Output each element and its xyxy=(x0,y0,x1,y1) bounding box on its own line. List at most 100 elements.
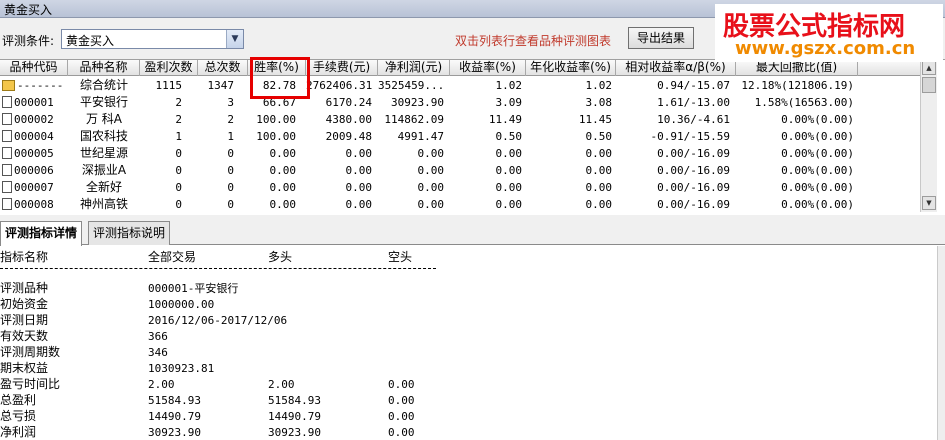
cell-winrate: 0.00 xyxy=(269,198,297,211)
cell-drawdown: 1.58%(16563.00) xyxy=(754,96,854,109)
watermark-logo: 股票公式指标网 www.gszx.com.cn xyxy=(715,4,943,62)
column-header-alpha-beta[interactable]: 相对收益率α/β(%) xyxy=(616,60,736,76)
cell-annual: 1.02 xyxy=(585,79,613,92)
cell-return: 0.00 xyxy=(495,147,523,160)
cell-code: 000005 xyxy=(2,145,68,162)
scroll-up-icon[interactable]: ▲ xyxy=(922,61,936,75)
cell-profit: 4991.47 xyxy=(397,130,444,143)
column-header-profit[interactable]: 净利润(元) xyxy=(378,60,450,76)
cell-drawdown: 0.00%(0.00) xyxy=(781,147,854,160)
cell-alpha-beta: 0.00/-16.09 xyxy=(657,147,730,160)
detail-label: 评测周期数 xyxy=(0,345,61,359)
cell-drawdown: 0.00%(0.00) xyxy=(781,130,854,143)
cell-total: 0 xyxy=(227,181,234,194)
cell-winrate: 0.00 xyxy=(269,147,297,160)
document-icon xyxy=(2,113,12,125)
detail-header-short: 空头 xyxy=(388,250,413,264)
table-row[interactable]: 000004 国农科技 1 1 100.00 2009.48 4991.47 0… xyxy=(0,128,920,145)
table-row[interactable]: 000007 全新好 0 0 0.00 0.00 0.00 0.00 0.00 … xyxy=(0,179,920,196)
column-header-drawdown[interactable]: 最大回撤比(值) xyxy=(736,60,858,76)
cell-total: 1 xyxy=(227,130,234,143)
detail-label: 评测品种 xyxy=(0,281,49,295)
cell-alpha-beta: -0.91/-15.59 xyxy=(650,130,730,143)
cell-name: 神州高铁 xyxy=(79,197,128,211)
cell-name: 全新好 xyxy=(85,180,122,194)
table-scrollbar[interactable]: ▲ ▼ xyxy=(920,60,937,212)
scroll-down-icon[interactable]: ▼ xyxy=(922,196,936,210)
column-header-return[interactable]: 收益率(%) xyxy=(450,60,526,76)
tab-detail[interactable]: 评测指标详情 xyxy=(0,221,83,246)
cell-fee: 0.00 xyxy=(345,147,373,160)
cell-profit: 0.00 xyxy=(417,181,445,194)
chevron-down-icon[interactable]: ▼ xyxy=(226,30,243,48)
column-header-fee[interactable]: 手续费(元) xyxy=(306,60,378,76)
table-row[interactable]: 000002 万 科A 2 2 100.00 4380.00 114862.09… xyxy=(0,111,920,128)
cell-code: 000008 xyxy=(2,196,68,212)
condition-select[interactable]: 黄金买入 ▼ xyxy=(61,29,244,49)
table-row[interactable]: 000008 神州高铁 0 0 0.00 0.00 0.00 0.00 0.00… xyxy=(0,196,920,212)
document-icon xyxy=(2,96,12,108)
cell-fee: 0.00 xyxy=(345,164,373,177)
cell-profit: 0.00 xyxy=(417,147,445,160)
cell-alpha-beta: 0.00/-16.09 xyxy=(657,198,730,211)
detail-value-all: 000001-平安银行 xyxy=(148,282,239,295)
detail-label: 净利润 xyxy=(0,425,37,439)
column-header-total[interactable]: 总次数 xyxy=(198,60,248,76)
cell-total: 3 xyxy=(227,96,234,109)
table-row[interactable]: 000006 深振业A 0 0 0.00 0.00 0.00 0.00 0.00… xyxy=(0,162,920,179)
cell-wins: 0 xyxy=(175,181,182,194)
detail-value-all: 2016/12/06-2017/12/06 xyxy=(148,314,288,327)
detail-header-long: 多头 xyxy=(268,250,293,264)
cell-annual: 0.00 xyxy=(585,181,613,194)
separator-line xyxy=(0,268,436,269)
cell-code: 000004 xyxy=(2,128,68,145)
document-icon xyxy=(2,130,12,142)
cell-alpha-beta: 0.00/-16.09 xyxy=(657,181,730,194)
table-row[interactable]: 000005 世纪星源 0 0 0.00 0.00 0.00 0.00 0.00… xyxy=(0,145,920,162)
cell-winrate: 0.00 xyxy=(269,181,297,194)
cell-alpha-beta: 10.36/-4.61 xyxy=(657,113,730,126)
cell-code: 000001 xyxy=(2,94,68,111)
condition-select-value: 黄金买入 xyxy=(66,34,115,48)
detail-value-long: 14490.79 xyxy=(268,410,321,423)
detail-value-all: 1030923.81 xyxy=(148,362,215,375)
winrate-highlight-box xyxy=(250,57,310,99)
cell-profit: 114862.09 xyxy=(384,113,444,126)
cell-fee: 2762406.31 xyxy=(306,79,372,92)
column-header-name[interactable]: 品种名称 xyxy=(68,60,140,76)
cell-total: 2 xyxy=(227,113,234,126)
detail-header-name: 指标名称 xyxy=(0,250,49,264)
column-header-wins[interactable]: 盈利次数 xyxy=(140,60,198,76)
table-row[interactable]: ------- 综合统计 1115 1347 82.78 2762406.31 … xyxy=(0,77,920,94)
cell-winrate: 100.00 xyxy=(256,113,296,126)
cell-total: 0 xyxy=(227,198,234,211)
detail-value-all: 51584.93 xyxy=(148,394,201,407)
table-header: 品种代码 品种名称 盈利次数 总次数 胜率(%) 手续费(元) 净利润(元) 收… xyxy=(0,60,920,76)
cell-return: 0.50 xyxy=(495,130,523,143)
cell-drawdown: 0.00%(0.00) xyxy=(781,164,854,177)
detail-label: 总亏损 xyxy=(0,409,37,423)
cell-code: 000006 xyxy=(2,162,68,179)
cell-return: 1.02 xyxy=(495,79,523,92)
cell-annual: 0.00 xyxy=(585,198,613,211)
cell-wins: 0 xyxy=(175,147,182,160)
cell-return: 11.49 xyxy=(488,113,522,126)
watermark-url: www.gszx.com.cn xyxy=(735,38,916,59)
cell-drawdown: 0.00%(0.00) xyxy=(781,113,854,126)
detail-scrollbar[interactable] xyxy=(937,246,945,440)
detail-label: 期末权益 xyxy=(0,361,49,375)
cell-wins: 0 xyxy=(175,198,182,211)
cell-annual: 0.50 xyxy=(585,130,613,143)
column-header-annual[interactable]: 年化收益率(%) xyxy=(526,60,616,76)
detail-value-short: 0.00 xyxy=(388,426,415,439)
column-header-code[interactable]: 品种代码 xyxy=(0,60,68,76)
export-button[interactable]: 导出结果 xyxy=(628,27,694,49)
scroll-thumb[interactable] xyxy=(922,77,936,93)
tab-description[interactable]: 评测指标说明 xyxy=(88,221,171,245)
detail-value-all: 30923.90 xyxy=(148,426,201,439)
cell-drawdown: 0.00%(0.00) xyxy=(781,198,854,211)
cell-name: 国农科技 xyxy=(79,129,128,143)
table-row[interactable]: 000001 平安银行 2 3 66.67 6170.24 30923.90 3… xyxy=(0,94,920,111)
cell-code: 000002 xyxy=(2,111,68,128)
detail-label: 盈亏时间比 xyxy=(0,377,61,391)
